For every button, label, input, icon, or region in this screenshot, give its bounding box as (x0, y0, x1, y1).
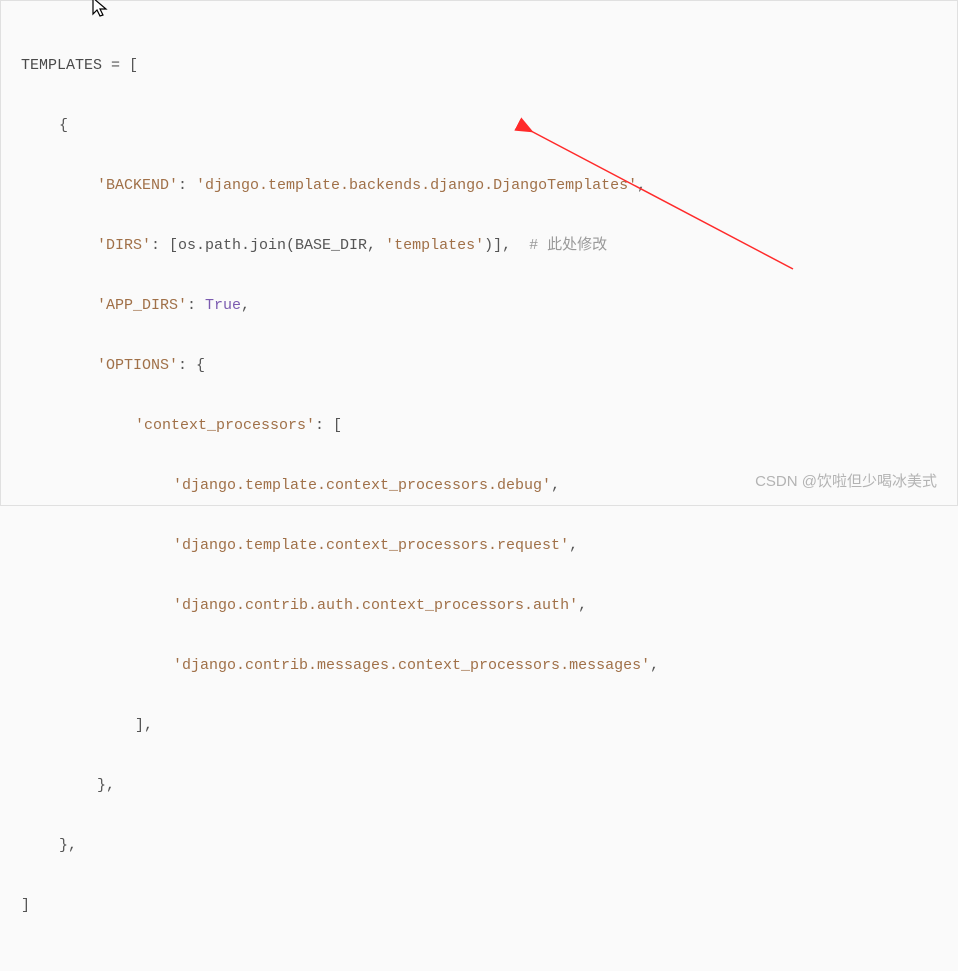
backend-val: 'django.template.backends.django.DjangoT… (196, 177, 637, 194)
cp-2: 'django.template.context_processors.requ… (173, 537, 569, 554)
close-brace-outer: }, (59, 837, 77, 854)
options-open: : { (178, 357, 205, 374)
comma: , (569, 537, 578, 554)
comma: , (241, 297, 250, 314)
cp-3: 'django.contrib.auth.context_processors.… (173, 597, 578, 614)
dirs-str: 'templates' (385, 237, 484, 254)
comma: , (551, 477, 560, 494)
options-key: 'OPTIONS' (97, 357, 178, 374)
cp-1: 'django.template.context_processors.debu… (173, 477, 551, 494)
code-block: TEMPLATES = [ { 'BACKEND': 'django.templ… (1, 1, 957, 971)
ctx-open: : [ (315, 417, 342, 434)
dirs-key: 'DIRS' (97, 237, 151, 254)
dirs-comment: # 此处修改 (529, 237, 607, 254)
appdirs-key: 'APP_DIRS' (97, 297, 187, 314)
dirs-prefix: : [os.path.join(BASE_DIR, (151, 237, 385, 254)
equals: = [ (102, 57, 138, 74)
cp-4: 'django.contrib.messages.context_process… (173, 657, 650, 674)
comma: , (650, 657, 659, 674)
comma: , (578, 597, 587, 614)
colon: : (178, 177, 196, 194)
true-kw: True (205, 297, 241, 314)
comma: , (637, 177, 646, 194)
colon: : (187, 297, 205, 314)
close-brace: }, (97, 777, 115, 794)
var-name: TEMPLATES (21, 57, 102, 74)
open-brace: { (59, 117, 68, 134)
close-list: ] (21, 897, 30, 914)
ctx-key: 'context_processors' (135, 417, 315, 434)
dirs-suffix: )], (484, 237, 529, 254)
close-bracket: ], (135, 717, 153, 734)
backend-key: 'BACKEND' (97, 177, 178, 194)
